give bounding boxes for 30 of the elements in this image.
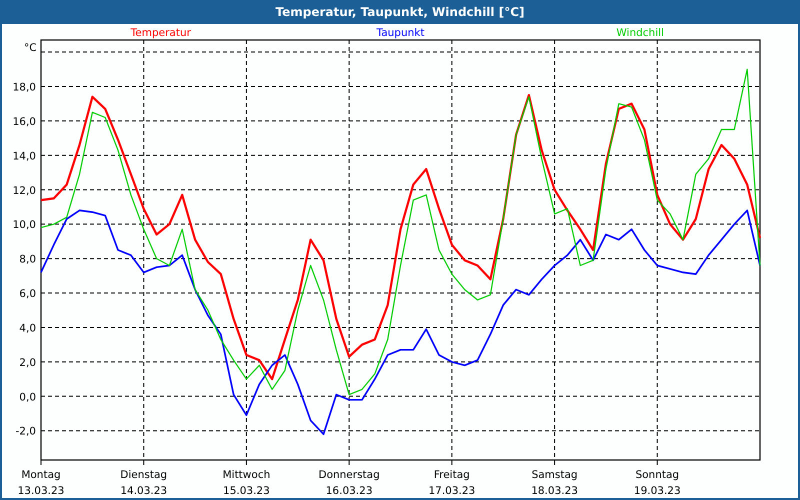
date-label: 16.03.23: [326, 485, 373, 497]
axis-tick-label: 0,0: [19, 391, 36, 404]
day-label: Samstag: [532, 469, 578, 481]
date-label: 19.03.23: [634, 485, 681, 497]
legend-label: Taupunkt: [376, 27, 424, 39]
axis-tick-label: 16,0: [12, 116, 36, 128]
day-label: Sonntag: [635, 469, 680, 481]
axis-tick-label: -2,0: [16, 426, 36, 438]
date-label: 14.03.23: [120, 485, 168, 497]
day-label: Donnerstag: [318, 469, 380, 481]
axis-tick-label: 2,0: [19, 356, 36, 369]
date-label: 13.03.23: [18, 485, 64, 497]
axis-tick-label: 10,0: [12, 219, 36, 232]
axis-tick-label: 4,0: [19, 322, 36, 334]
date-label: 18.03.23: [531, 485, 578, 497]
day-label: Freitag: [434, 469, 470, 481]
unit-label: °C: [24, 42, 37, 54]
window-title: Temperatur, Taupunkt, Windchill [°C]: [2, 0, 798, 24]
legend-label: Temperatur: [130, 27, 191, 39]
axis-tick-label: 6,0: [19, 288, 36, 300]
day-label: Dienstag: [120, 469, 168, 481]
day-label: Montag: [21, 469, 61, 481]
date-label: 17.03.23: [428, 485, 476, 497]
axis-tick-label: 14,0: [12, 150, 36, 162]
day-label: Mittwoch: [222, 469, 270, 481]
date-label: 15.03.23: [223, 485, 270, 497]
legend-label: Windchill: [616, 27, 664, 39]
axis-tick-label: 18,0: [12, 81, 36, 94]
axis-tick-label: 8,0: [19, 254, 36, 266]
axis-tick-label: 12,0: [12, 184, 36, 197]
